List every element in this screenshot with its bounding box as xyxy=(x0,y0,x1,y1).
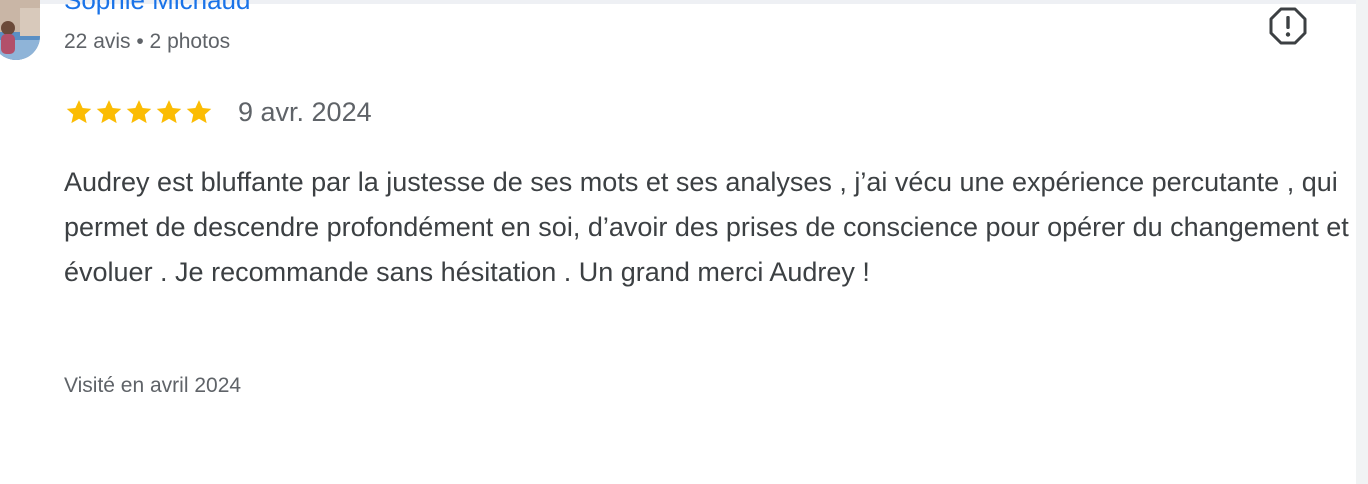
visit-info: Visité en avril 2024 xyxy=(64,374,242,397)
star-rating xyxy=(64,97,214,127)
reviewer-name[interactable]: Sophie Michaud xyxy=(64,0,250,14)
reviewer-meta: 22 avis • 2 photos xyxy=(64,30,231,53)
report-review-button[interactable] xyxy=(1266,4,1310,48)
review-date: 9 avr. 2024 xyxy=(238,96,372,127)
scrollbar[interactable] xyxy=(1356,0,1368,484)
star-icon xyxy=(126,100,152,124)
avatar-photo xyxy=(0,0,40,60)
star-icon xyxy=(186,100,212,124)
report-flag-icon xyxy=(1269,7,1307,45)
review-text: Audrey est bluffante par la justesse de … xyxy=(64,167,1349,287)
star-icon xyxy=(66,100,92,124)
rating-row: 9 avr. 2024 xyxy=(64,94,372,130)
avatar[interactable] xyxy=(0,0,40,60)
star-icon xyxy=(156,100,182,124)
star-icon xyxy=(96,100,122,124)
